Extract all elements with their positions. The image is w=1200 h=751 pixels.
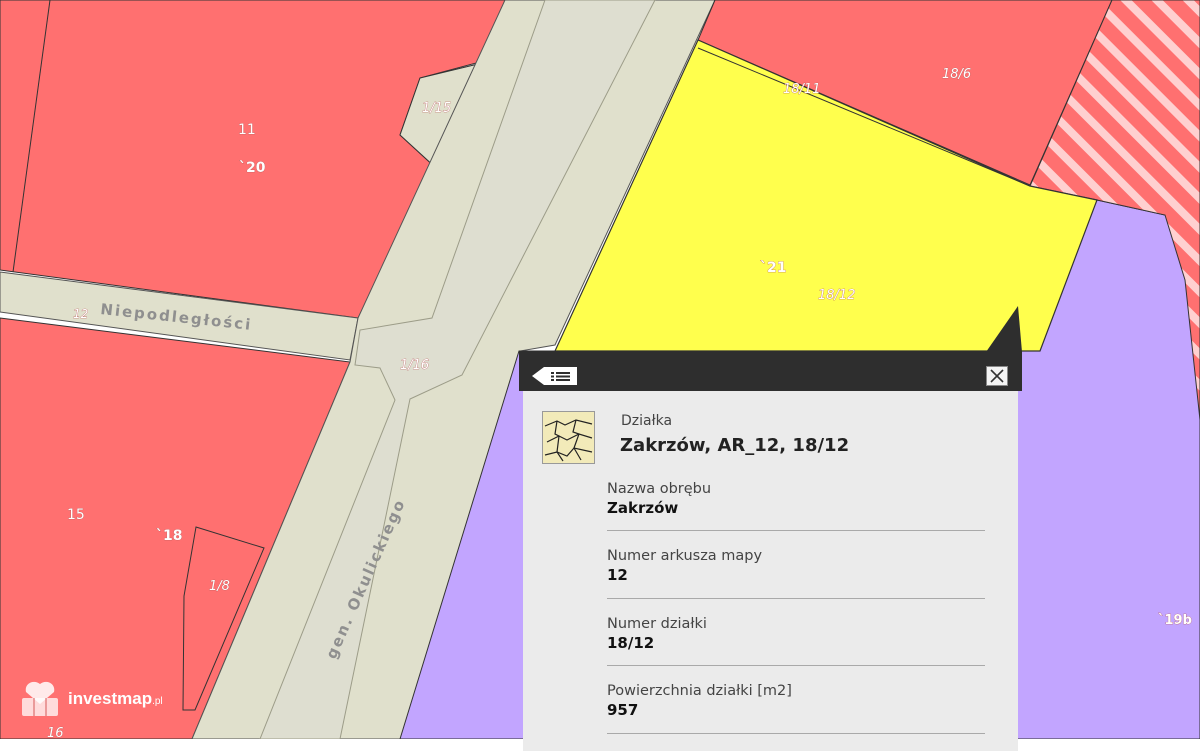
field-label: Nazwa obrębu xyxy=(607,481,712,497)
parcel-label-18-12: 18/12 xyxy=(818,288,855,303)
field-separator xyxy=(607,665,985,666)
list-button[interactable] xyxy=(531,365,579,387)
field-separator xyxy=(607,733,985,734)
field-value: 18/12 xyxy=(607,634,655,652)
close-button[interactable] xyxy=(986,366,1008,386)
field-powierzchnia: Powierzchnia działki [m2] 957 xyxy=(607,682,985,734)
parcel-label-19b: `19b xyxy=(1158,613,1192,628)
parcel-label-12: 12 xyxy=(73,307,88,321)
parcel-label-18-6: 18/6 xyxy=(942,67,971,82)
close-icon xyxy=(990,369,1004,383)
field-label: Numer arkusza mapy xyxy=(607,548,763,564)
field-value: Zakrzów xyxy=(607,499,679,517)
field-arkusz: Numer arkusza mapy 12 xyxy=(607,547,985,599)
popup-header xyxy=(519,351,1022,391)
parcel-label-11: 11 xyxy=(238,122,256,138)
feature-title: Zakrzów, AR_12, 18/12 xyxy=(620,435,850,456)
parcel-map-icon xyxy=(542,411,595,464)
parcel-label-1-16: 1/16 xyxy=(400,358,429,373)
parcel-label-1-8: 1/8 xyxy=(209,579,230,594)
parcel-label-16: 16 xyxy=(47,726,64,739)
investmap-watermark: investmap.pl xyxy=(20,680,190,720)
popup-body: Działka Zakrzów, AR_12, 18/12 Nazwa obrę… xyxy=(523,391,1018,751)
field-numer-dzialki: Numer działki 18/12 xyxy=(607,615,985,666)
watermark-suffix: .pl xyxy=(152,696,163,707)
parcel-label-20: `20 xyxy=(239,160,266,176)
field-label: Powierzchnia działki [m2] xyxy=(607,683,792,699)
list-icon xyxy=(532,367,577,385)
field-label: Numer działki xyxy=(607,616,707,632)
feature-info-popup: Działka Zakrzów, AR_12, 18/12 Nazwa obrę… xyxy=(519,351,1022,751)
watermark-brand: investmap xyxy=(68,689,153,708)
watermark-text: investmap.pl xyxy=(68,689,163,709)
parcel-label-18: `18 xyxy=(156,528,182,544)
field-obreb: Nazwa obrębu Zakrzów xyxy=(607,480,985,531)
parcel-label-15: 15 xyxy=(67,507,85,523)
field-separator xyxy=(607,598,985,599)
investmap-logo-icon xyxy=(22,681,58,716)
parcel-label-21: `21 xyxy=(760,260,786,276)
parcel-label-1-15: 1/15 xyxy=(422,101,451,116)
parcel-label-18-11: 18/11 xyxy=(783,82,820,97)
field-value: 957 xyxy=(607,701,639,719)
field-value: 12 xyxy=(607,566,628,584)
feature-type-label: Działka xyxy=(621,413,673,429)
field-separator xyxy=(607,530,985,531)
